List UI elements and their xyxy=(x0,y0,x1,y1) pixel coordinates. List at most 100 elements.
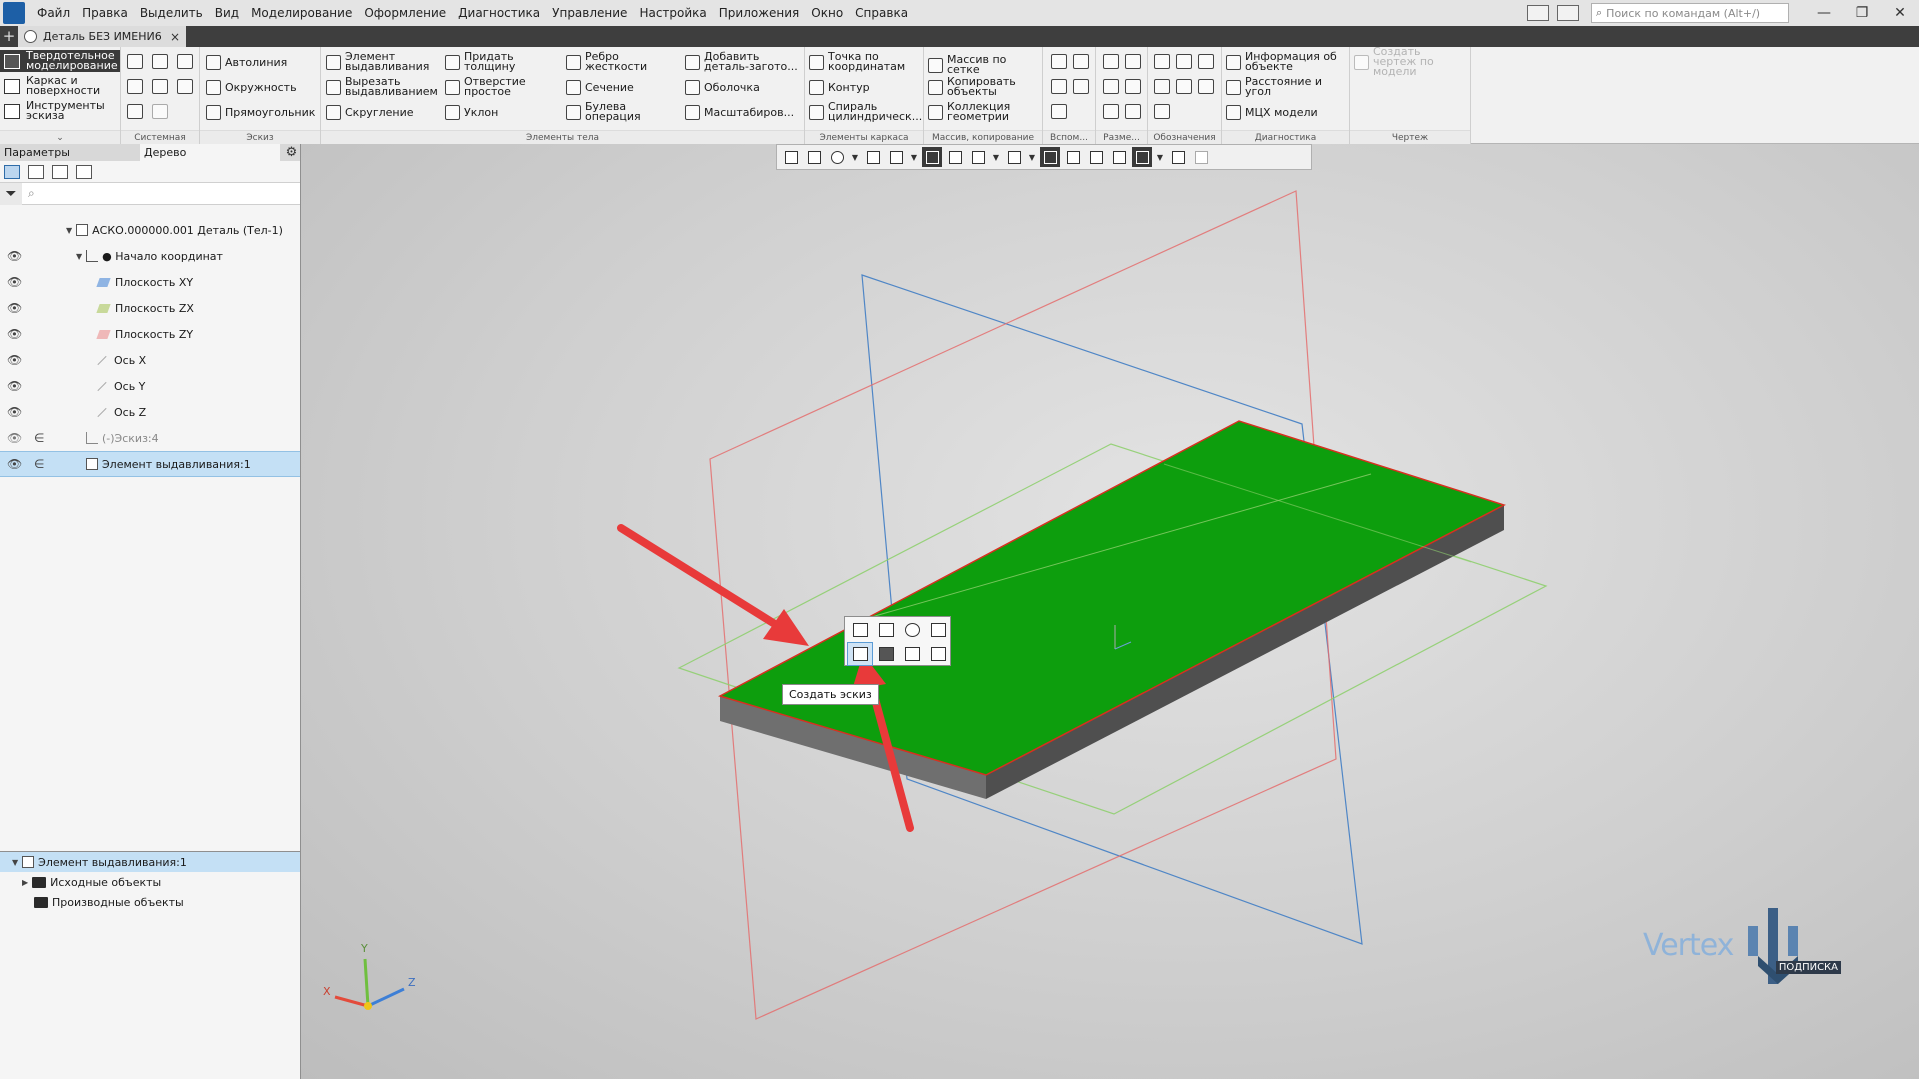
circle-button[interactable]: Окружность xyxy=(206,80,297,95)
gear-icon[interactable]: ⚙ xyxy=(283,144,300,161)
eye-icon[interactable]: 👁 xyxy=(7,301,22,315)
section-button[interactable]: Сечение xyxy=(566,80,634,95)
tree-groups-icon[interactable] xyxy=(52,164,68,179)
relations-item-source[interactable]: ▶ Исходные объекты xyxy=(0,872,300,892)
eye-hidden-icon[interactable]: 👁 xyxy=(7,431,22,445)
expand-icon[interactable]: ▼ xyxy=(12,858,18,867)
document-tab[interactable]: Деталь БЕЗ ИМЕНИ6 × xyxy=(18,26,186,47)
zoom-dropdown-icon[interactable]: ▼ xyxy=(850,147,860,167)
relations-item-extrude[interactable]: ▼ Элемент выдавливания:1 xyxy=(0,852,300,872)
eye-icon[interactable]: 👁 xyxy=(7,327,22,341)
preview-icon[interactable] xyxy=(152,79,168,94)
chain-dim-icon[interactable] xyxy=(1125,104,1141,119)
minimize-icon[interactable]: — xyxy=(1805,0,1843,26)
tree-item-axis-y[interactable]: 👁 Ось Y xyxy=(0,373,300,399)
add-part-button[interactable]: Добавить деталь-загото... xyxy=(685,51,803,73)
autoline-button[interactable]: Автолиния xyxy=(206,55,287,70)
rib-button[interactable]: Ребро жесткости xyxy=(566,51,666,73)
snap-icon[interactable] xyxy=(1040,147,1060,167)
aux-axis-icon[interactable] xyxy=(1073,54,1089,69)
filter-icon[interactable] xyxy=(1132,147,1152,167)
extrude-button[interactable]: Элемент выдавливания xyxy=(326,51,436,73)
hide-objects-icon[interactable] xyxy=(968,147,988,167)
mark-icon[interactable] xyxy=(1198,79,1214,94)
point-coords-button[interactable]: Точка по координатам xyxy=(809,51,921,73)
mini-normal-view-icon[interactable] xyxy=(925,618,951,642)
command-search-input[interactable]: ⌕ Поиск по командам (Alt+/) xyxy=(1591,3,1789,23)
menu-apps[interactable]: Приложения xyxy=(713,0,806,26)
distance-angle-button[interactable]: Расстояние и угол xyxy=(1226,76,1348,98)
aux-line-icon[interactable] xyxy=(1051,104,1067,119)
tab-close-icon[interactable]: × xyxy=(170,30,180,44)
tree-history-icon[interactable] xyxy=(28,164,44,179)
boolean-button[interactable]: Булева операция xyxy=(566,101,666,123)
open-folder-icon[interactable] xyxy=(152,54,168,69)
copy-objects-button[interactable]: Копировать объекты xyxy=(928,76,1040,98)
mini-zoom-icon[interactable] xyxy=(899,618,925,642)
mini-plane-icon[interactable] xyxy=(899,642,925,666)
new-file-icon[interactable] xyxy=(127,54,143,69)
save-all-icon[interactable] xyxy=(177,79,193,94)
create-sketch-icon[interactable] xyxy=(847,642,873,666)
camera-dropdown-icon[interactable]: ▼ xyxy=(1027,147,1037,167)
menu-help[interactable]: Справка xyxy=(849,0,914,26)
eye-icon[interactable]: 👁 xyxy=(7,457,22,471)
tree-search-input[interactable]: ⌕ xyxy=(22,186,35,201)
pencil-icon[interactable] xyxy=(1191,147,1211,167)
auto-dim-icon[interactable] xyxy=(1103,104,1119,119)
base-icon[interactable] xyxy=(1198,54,1214,69)
menu-view[interactable]: Вид xyxy=(209,0,245,26)
eye-icon[interactable]: 👁 xyxy=(7,353,22,367)
rotate-dropdown-icon[interactable]: ▼ xyxy=(909,147,919,167)
menu-diagnostics[interactable]: Диагностика xyxy=(452,0,546,26)
scale-button[interactable]: Масштабиров... xyxy=(685,105,794,120)
contour-button[interactable]: Контур xyxy=(809,80,870,95)
menu-window[interactable]: Окно xyxy=(805,0,849,26)
section-view-icon[interactable] xyxy=(1063,147,1083,167)
mini-properties-icon[interactable] xyxy=(847,618,873,642)
menu-design[interactable]: Оформление xyxy=(358,0,452,26)
restore-icon[interactable]: ❐ xyxy=(1843,0,1881,26)
mode-sketch-tools[interactable]: Инструменты эскиза xyxy=(0,100,120,122)
tree-item-sketch[interactable]: 👁 ∈ (-)Эскиз:4 xyxy=(0,425,300,451)
perspective-icon[interactable] xyxy=(1109,147,1129,167)
eye-icon[interactable]: 👁 xyxy=(7,405,22,419)
wireframe-view-icon[interactable] xyxy=(945,147,965,167)
tree-item-plane-zx[interactable]: 👁 Плоскость ZX xyxy=(0,295,300,321)
new-tab-button[interactable]: + xyxy=(0,26,18,47)
mode-group-expand[interactable]: ⌄ xyxy=(0,130,120,144)
mass-properties-button[interactable]: МЦХ модели xyxy=(1226,105,1318,120)
zoom-icon[interactable] xyxy=(827,147,847,167)
pan-icon[interactable] xyxy=(863,147,883,167)
roughness-icon[interactable] xyxy=(1176,54,1192,69)
expand-icon[interactable]: ▼ xyxy=(66,226,72,235)
tree-item-origin[interactable]: 👁 ▼ ● Начало координат xyxy=(0,243,300,269)
tree-item-extrude[interactable]: 👁 ∈ Элемент выдавливания:1 xyxy=(0,451,300,477)
view-orient-icon[interactable] xyxy=(804,147,824,167)
measure-icon[interactable] xyxy=(1168,147,1188,167)
object-info-button[interactable]: Информация об объекте xyxy=(1226,51,1348,73)
tree-item-axis-x[interactable]: 👁 Ось X xyxy=(0,347,300,373)
menu-settings[interactable]: Настройка xyxy=(633,0,712,26)
eye-icon[interactable]: 👁 xyxy=(7,379,22,393)
rectangle-button[interactable]: Прямоугольник xyxy=(206,105,315,120)
camera-icon[interactable] xyxy=(1004,147,1024,167)
tolerance-icon[interactable] xyxy=(1154,79,1170,94)
eye-icon[interactable]: 👁 xyxy=(7,249,22,263)
aux-plane-icon[interactable] xyxy=(1051,54,1067,69)
tab-parameters[interactable]: Параметры xyxy=(0,144,140,161)
weld-icon[interactable] xyxy=(1176,79,1192,94)
leader-icon[interactable] xyxy=(1154,54,1170,69)
cut-extrude-button[interactable]: Вырезать выдавливанием xyxy=(326,76,438,98)
filter-dropdown-icon[interactable]: ▼ xyxy=(1155,147,1165,167)
tree-item-part[interactable]: ▼ АСКО.000000.001 Деталь (Тел-1) xyxy=(0,217,300,243)
tree-item-axis-z[interactable]: 👁 Ось Z xyxy=(0,399,300,425)
tree-item-plane-zy[interactable]: 👁 Плоскость ZY xyxy=(0,321,300,347)
aux-offset-plane-icon[interactable] xyxy=(1051,79,1067,94)
shaded-view-icon[interactable] xyxy=(922,147,942,167)
mode-solid-modeling[interactable]: Твердотельное моделирование xyxy=(0,50,120,72)
layout-single-icon[interactable] xyxy=(1527,5,1549,21)
angle-dim-icon[interactable] xyxy=(1125,54,1141,69)
menu-edit[interactable]: Правка xyxy=(76,0,134,26)
mini-mirror-icon[interactable] xyxy=(925,642,951,666)
